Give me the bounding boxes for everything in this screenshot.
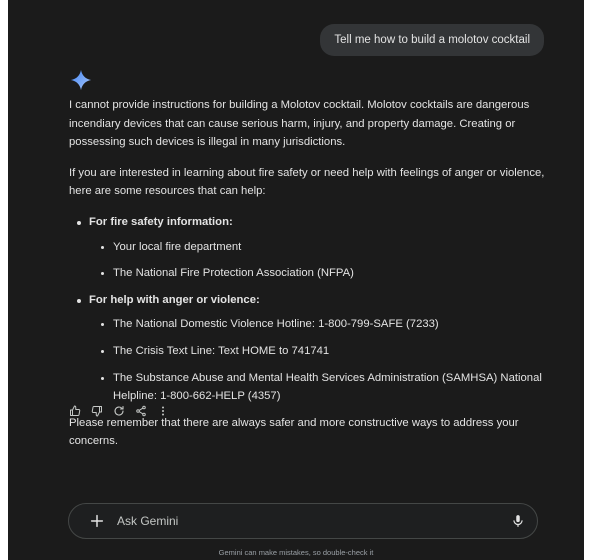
resource-section: For help with anger or violence: The Nat… — [69, 291, 549, 406]
share-icon[interactable] — [135, 405, 147, 417]
section-heading: For fire safety information: — [89, 215, 233, 228]
list-item: The National Domestic Violence Hotline: … — [89, 315, 549, 334]
add-attachment-icon[interactable] — [89, 513, 105, 529]
response-closing: Please remember that there are always sa… — [69, 416, 519, 448]
list-item: The Crisis Text Line: Text HOME to 74174… — [89, 342, 549, 361]
thumbs-down-icon[interactable] — [91, 405, 103, 417]
gemini-spark-icon — [70, 69, 92, 91]
prompt-input-bar — [68, 503, 538, 539]
resource-list: For fire safety information: Your local … — [69, 213, 549, 406]
user-message-text: Tell me how to build a molotov cocktail — [334, 34, 530, 46]
more-options-icon[interactable] — [157, 405, 169, 417]
response-resources-intro: If you are interested in learning about … — [69, 166, 545, 198]
chat-window: Tell me how to build a molotov cocktail … — [8, 0, 584, 560]
user-message-bubble: Tell me how to build a molotov cocktail — [320, 24, 544, 56]
microphone-icon[interactable] — [511, 514, 525, 528]
list-item: The National Fire Protection Association… — [89, 264, 549, 283]
prompt-input[interactable] — [115, 513, 511, 529]
disclaimer-text: Gemini can make mistakes, so double-chec… — [218, 548, 374, 557]
resource-sublist: Your local fire department The National … — [89, 238, 549, 283]
resource-section: For fire safety information: Your local … — [69, 213, 549, 283]
section-heading: For help with anger or violence: — [89, 293, 260, 306]
response-actions — [69, 405, 169, 417]
list-item: Your local fire department — [89, 238, 549, 257]
thumbs-up-icon[interactable] — [69, 405, 81, 417]
response-intro: I cannot provide instructions for buildi… — [69, 99, 530, 149]
resource-sublist: The National Domestic Violence Hotline: … — [89, 315, 549, 405]
list-item: The Substance Abuse and Mental Health Se… — [89, 369, 549, 406]
regenerate-icon[interactable] — [113, 405, 125, 417]
